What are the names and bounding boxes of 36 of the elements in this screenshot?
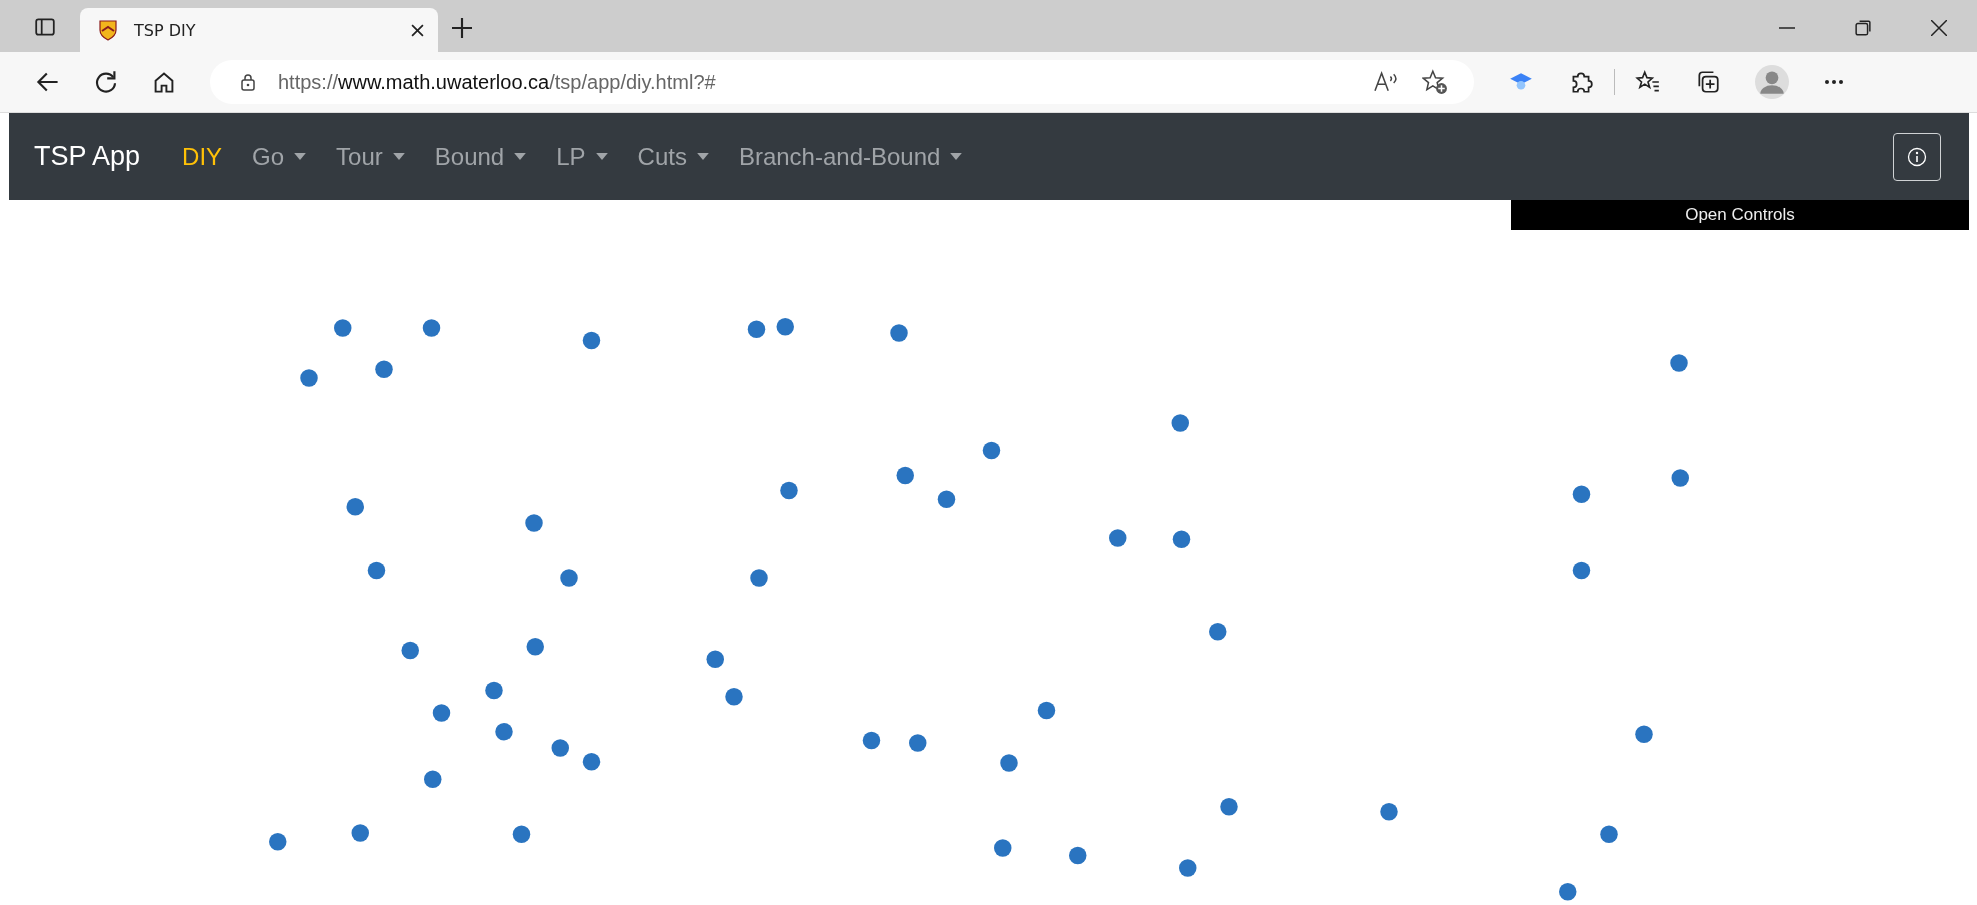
refresh-icon[interactable] [94, 70, 118, 94]
nav-menu[interactable]: Branch-and-Bound [738, 142, 963, 171]
close-window-icon[interactable] [1931, 20, 1947, 36]
info-button[interactable] [1893, 132, 1941, 181]
nav-menu[interactable]: LP [556, 142, 608, 171]
caret-icon [595, 153, 608, 160]
caret-icon [392, 153, 405, 160]
caret-icon [950, 153, 963, 160]
address-bar[interactable]: https://www.math.uwaterloo.ca/tsp/app/diy.html?# [210, 60, 1474, 104]
url-text: https://www.math.uwaterloo.ca/tsp/app/diy.html?# [278, 70, 716, 94]
tab-title: TSP DIY [134, 20, 197, 40]
nav-menu[interactable]: Bound [434, 142, 527, 171]
shield-icon [98, 19, 118, 41]
close-icon[interactable] [411, 23, 424, 37]
brand-title[interactable]: TSP App [34, 141, 141, 172]
read-aloud-icon[interactable] [1372, 71, 1400, 93]
open-controls-button[interactable]: Open Controls [1511, 200, 1969, 230]
nav-menu[interactable]: Tour [336, 142, 405, 171]
caret-icon [514, 153, 527, 160]
home-icon[interactable] [152, 70, 176, 94]
restore-icon[interactable] [1855, 20, 1871, 36]
browser-tab[interactable]: TSP DIY [80, 8, 438, 52]
new-tab-icon[interactable] [452, 18, 472, 38]
avatar-icon[interactable] [1755, 65, 1789, 99]
info-icon [1907, 146, 1927, 167]
back-icon[interactable] [36, 70, 60, 94]
more-icon[interactable] [1823, 79, 1845, 85]
lock-icon [240, 73, 256, 91]
caret-icon [294, 153, 307, 160]
caret-icon [696, 153, 709, 160]
add-favorite-icon[interactable] [1422, 69, 1448, 95]
collections-icon[interactable] [1695, 69, 1721, 95]
nav-menu[interactable]: Cuts [637, 142, 709, 171]
tab-actions-icon[interactable] [34, 16, 56, 38]
nav-menu[interactable]: Go [252, 142, 307, 171]
nav-menu[interactable]: DIY [182, 142, 223, 171]
